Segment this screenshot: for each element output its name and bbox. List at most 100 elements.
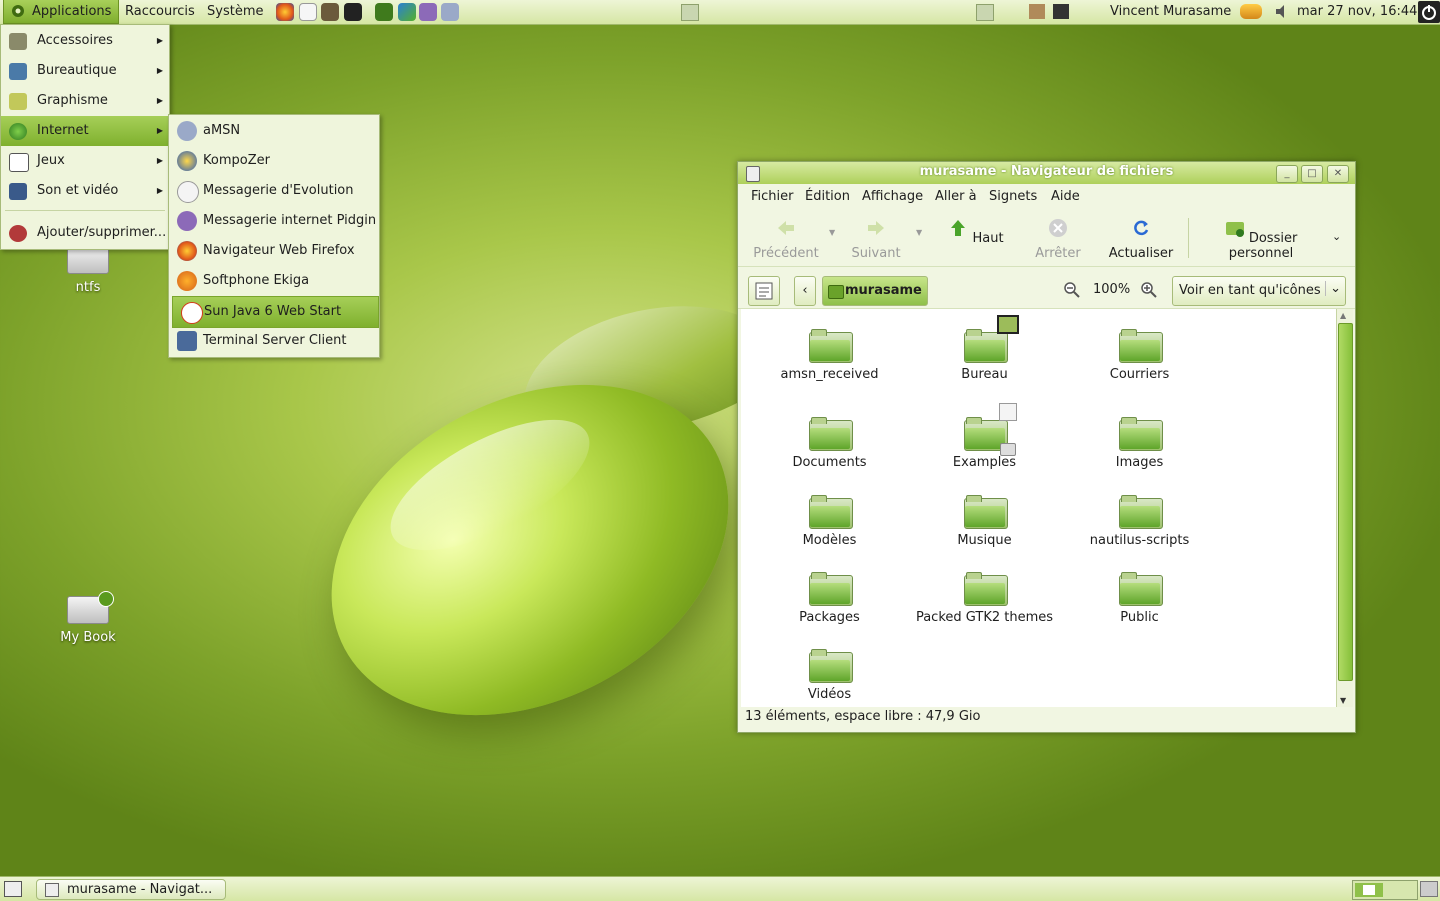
menu-item-tsclient[interactable]: Terminal Server Client [169, 326, 379, 356]
reload-button[interactable]: Actualiser [1106, 210, 1176, 266]
plant-launcher-icon[interactable] [375, 3, 393, 21]
menu-item-son-et-video[interactable]: Son et vidéo ▶ [1, 176, 169, 206]
zoom-level[interactable]: 100% [1093, 282, 1130, 297]
menu-affichage[interactable]: Affichage [862, 189, 923, 204]
menu-aide[interactable]: Aide [1051, 189, 1080, 204]
file-item[interactable]: Bureau [907, 315, 1062, 382]
file-item-label: Packed GTK2 themes [915, 610, 1054, 625]
maximize-button[interactable]: □ [1301, 165, 1323, 183]
show-desktop-icon[interactable] [4, 881, 22, 897]
user-name[interactable]: Vincent Murasame [1110, 0, 1231, 24]
menu-item-internet[interactable]: Internet ▶ [1, 116, 169, 146]
cube-launcher-icon[interactable] [398, 3, 416, 21]
menu-edition[interactable]: Édition [805, 189, 850, 204]
tsclient-icon [177, 331, 197, 351]
java-icon [181, 302, 203, 324]
inkscape-launcher-icon[interactable] [344, 3, 362, 21]
keys-icon[interactable] [1240, 4, 1262, 19]
file-item-label: Documents [792, 455, 867, 470]
desktop-icon-ntfs[interactable]: ntfs [38, 246, 138, 295]
workspace-switcher[interactable] [1352, 880, 1418, 900]
trash-icon[interactable] [1420, 881, 1438, 897]
zoom-in-icon[interactable] [1141, 282, 1157, 298]
up-arrow-icon [951, 220, 966, 236]
menu-item-bureautique[interactable]: Bureautique ▶ [1, 56, 169, 86]
forward-history-chevron-icon[interactable]: ▼ [916, 228, 922, 237]
file-item[interactable]: Packed GTK2 themes [907, 572, 1062, 625]
path-scroll-left-button[interactable]: ‹ [794, 276, 816, 306]
workspace-icon[interactable] [976, 4, 994, 21]
menu-aller-a[interactable]: Aller à [935, 189, 977, 204]
file-item[interactable]: Musique [907, 495, 1062, 548]
menu-item-accessoires[interactable]: Accessoires ▶ [1, 26, 169, 56]
back-button[interactable]: Précédent [746, 210, 826, 266]
zoom-out-icon[interactable] [1064, 282, 1080, 298]
applications-menu[interactable]: Applications [3, 0, 120, 24]
view-mode-select[interactable]: Voir en tant qu'icônes ⌄ [1172, 276, 1346, 306]
volume-icon[interactable] [1274, 4, 1290, 19]
system-menu[interactable]: Système [200, 0, 270, 24]
window-list-icon[interactable] [681, 4, 699, 21]
file-item-label: Courriers [1109, 367, 1170, 382]
firefox-launcher-icon[interactable] [276, 3, 294, 21]
vertical-scrollbar[interactable]: ▲ ▼ [1336, 309, 1353, 707]
places-menu[interactable]: Raccourcis [118, 0, 202, 24]
file-item[interactable]: Images [1062, 417, 1217, 470]
menu-item-label: Messagerie d'Evolution [203, 183, 354, 198]
file-item[interactable]: amsn_received [752, 329, 907, 382]
reload-button-label: Actualiser [1108, 246, 1174, 261]
file-item[interactable]: Documents [752, 417, 907, 470]
menu-signets[interactable]: Signets [989, 189, 1037, 204]
file-item[interactable]: Modèles [752, 495, 907, 548]
toolbar-overflow-chevron-icon[interactable]: ⌄ [1332, 230, 1341, 243]
shutdown-icon[interactable] [1418, 1, 1440, 23]
file-item-label: Vidéos [807, 687, 852, 702]
menu-item-amsn[interactable]: aMSN [169, 116, 379, 146]
menu-item-pidgin[interactable]: Messagerie internet Pidgin [169, 206, 379, 236]
menu-item-java[interactable]: Sun Java 6 Web Start [172, 296, 379, 328]
file-item[interactable]: Examples [907, 403, 1062, 470]
gnome-foot-icon [12, 5, 24, 17]
taskbar-window-button[interactable]: murasame - Navigat... [36, 879, 226, 900]
scroll-down-arrow-icon[interactable]: ▼ [1340, 696, 1346, 705]
menu-item-kompozer[interactable]: KompoZer [169, 146, 379, 176]
menu-item-firefox[interactable]: Navigateur Web Firefox [169, 236, 379, 266]
menu-item-label: Bureautique [37, 63, 117, 78]
kompozer-icon [177, 151, 197, 171]
evolution-launcher-icon[interactable] [299, 3, 317, 21]
update-icon[interactable] [1029, 4, 1045, 19]
workspace-1[interactable] [1355, 883, 1383, 897]
forward-button[interactable]: Suivant [846, 210, 906, 266]
desktop-icon-my-book[interactable]: My Book [38, 591, 138, 645]
scroll-up-arrow-icon[interactable]: ▲ [1340, 311, 1346, 320]
gimp-launcher-icon[interactable] [321, 3, 339, 21]
close-button[interactable]: ✕ [1327, 165, 1349, 183]
back-history-chevron-icon[interactable]: ▼ [829, 228, 835, 237]
file-item[interactable]: Courriers [1062, 329, 1217, 382]
home-folder-button[interactable]: Dossier personnel [1196, 210, 1326, 266]
amsn-launcher-icon[interactable] [441, 3, 459, 21]
scrollbar-thumb[interactable] [1338, 323, 1353, 681]
file-item[interactable]: Packages [752, 572, 907, 625]
terminal-icon[interactable] [1053, 4, 1069, 19]
file-item[interactable]: Vidéos [752, 649, 907, 702]
menu-item-jeux[interactable]: Jeux ▶ [1, 146, 169, 176]
window-titlebar[interactable]: murasame - Navigateur de fichiers _ □ ✕ [738, 162, 1355, 184]
toggle-location-entry-button[interactable] [748, 276, 780, 306]
pidgin-launcher-icon[interactable] [419, 3, 437, 21]
minimize-button[interactable]: _ [1276, 165, 1298, 183]
stop-button[interactable]: Arrêter [1028, 210, 1088, 266]
file-item[interactable]: Public [1062, 572, 1217, 625]
menu-item-graphisme[interactable]: Graphisme ▶ [1, 86, 169, 116]
clock[interactable]: mar 27 nov, 16:44 [1297, 0, 1417, 24]
menu-item-label: Graphisme [37, 93, 108, 108]
file-item[interactable]: nautilus-scripts [1062, 495, 1217, 548]
folder-icon [808, 329, 853, 363]
menu-fichier[interactable]: Fichier [751, 189, 794, 204]
menu-item-evolution[interactable]: Messagerie d'Evolution [169, 176, 379, 206]
menu-item-ekiga[interactable]: Softphone Ekiga [169, 266, 379, 296]
back-arrow-icon [778, 221, 794, 235]
menu-item-add-remove[interactable]: Ajouter/supprimer... [1, 218, 169, 248]
up-button[interactable]: Haut [946, 210, 1006, 266]
path-button-murasame[interactable]: murasame [822, 276, 928, 306]
